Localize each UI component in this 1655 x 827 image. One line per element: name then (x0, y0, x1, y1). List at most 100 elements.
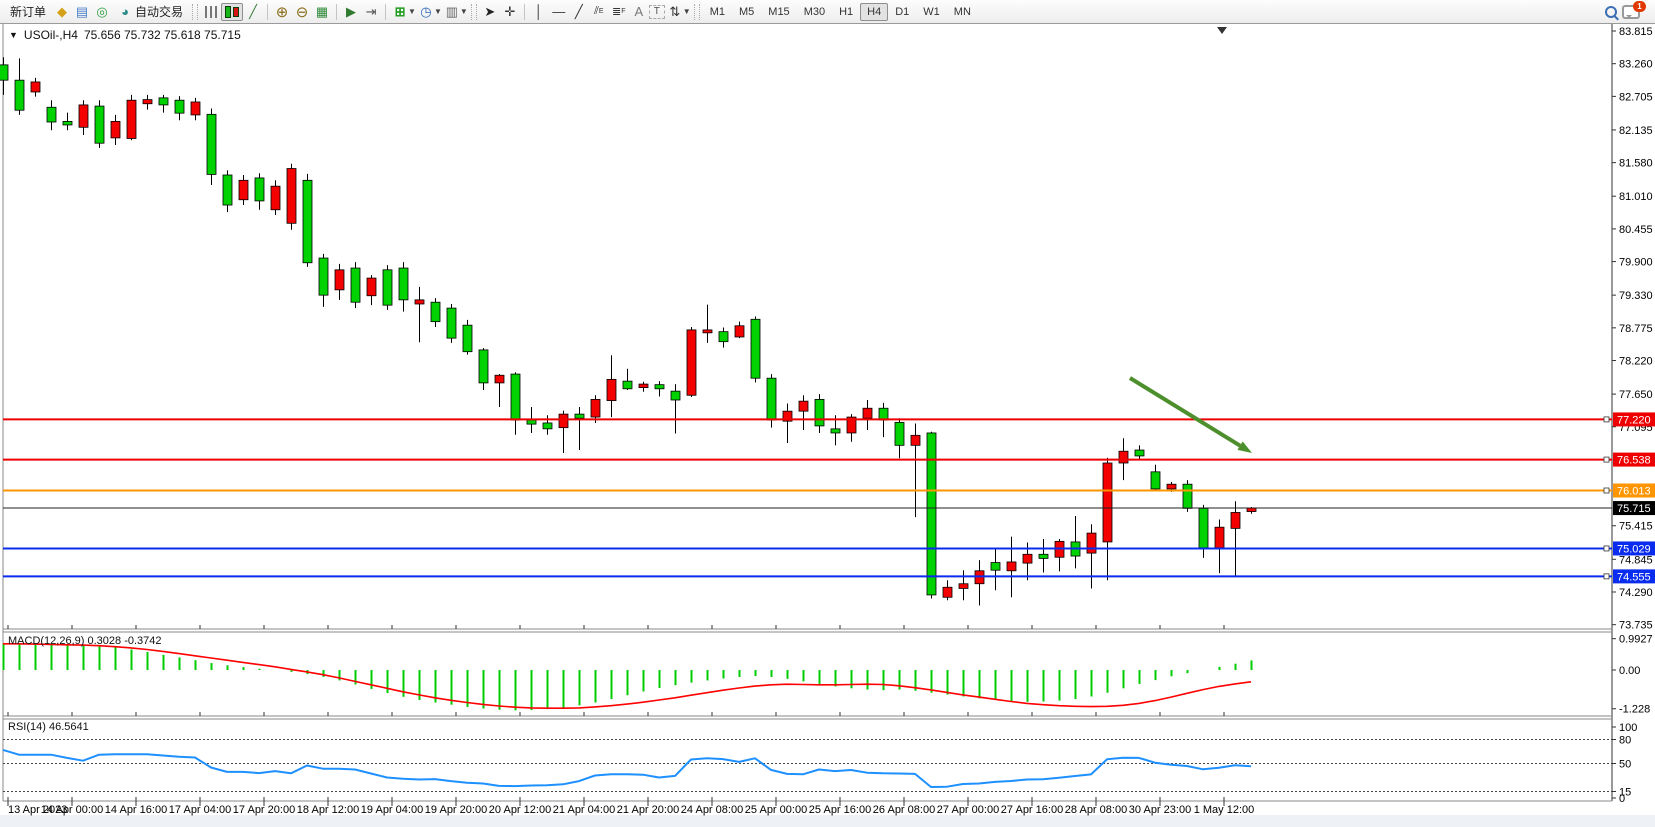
candle-body (319, 258, 328, 295)
candle-body (1167, 484, 1176, 489)
gold-ingot-icon[interactable]: ◆ (52, 3, 72, 21)
time-tick-label: 17 Apr 20:00 (233, 804, 295, 816)
candle-body (1135, 450, 1144, 456)
new-order-button[interactable]: 新订单 (4, 3, 52, 21)
candle-body (815, 399, 824, 426)
price-tick-label: 77.650 (1619, 389, 1653, 401)
timeframe-d1[interactable]: D1 (888, 3, 916, 21)
templates-icon[interactable]: ▥ (442, 3, 462, 21)
candle-body (479, 350, 488, 383)
candle-body (1103, 463, 1112, 542)
candle-body (687, 330, 696, 395)
candle-body (1119, 451, 1128, 463)
candle-body (527, 420, 536, 424)
svg-text:75.715: 75.715 (1617, 503, 1651, 515)
search-icon[interactable] (1601, 3, 1621, 21)
candle-body (959, 584, 968, 589)
time-tick-label: 14 Apr 16:00 (105, 804, 167, 816)
candle-body (15, 80, 24, 110)
svg-text:74.555: 74.555 (1617, 571, 1651, 583)
zoom-out-icon[interactable]: ⊖ (292, 3, 312, 21)
candle-body (511, 374, 520, 420)
price-tick-label: 74.845 (1619, 554, 1653, 566)
line-handle (1604, 457, 1609, 462)
autotrading-label: 自动交易 (135, 3, 183, 20)
price-tick-label: 82.135 (1619, 125, 1653, 137)
candle-body (47, 107, 56, 122)
line-handle (1604, 574, 1609, 579)
candle-body (223, 175, 232, 205)
time-tick-label: 1 May 12:00 (1194, 804, 1255, 816)
svg-text:76.013: 76.013 (1617, 486, 1651, 498)
auto-scroll-icon[interactable]: ▶ (341, 3, 361, 21)
zoom-in-icon[interactable]: ⊕ (272, 3, 292, 21)
bar-chart-icon[interactable] (201, 3, 221, 21)
timeframe-h4[interactable]: H4 (860, 3, 888, 21)
candle-body (239, 180, 248, 199)
signal-icon[interactable]: ◎ (92, 3, 112, 21)
cursor-icon[interactable]: ➤ (480, 3, 500, 21)
periods-clock-icon[interactable]: ◷ (416, 3, 436, 21)
candle-body (191, 102, 200, 115)
chart-shift-icon[interactable]: ⇥ (361, 3, 381, 21)
candle-body (751, 319, 760, 378)
horizontal-line-icon[interactable]: — (549, 3, 569, 21)
fibonacci-icon[interactable]: ≣F (609, 3, 629, 21)
timeframe-h1[interactable]: H1 (832, 3, 860, 21)
line-chart-icon[interactable]: ╱ (243, 3, 263, 21)
svg-text:50: 50 (1619, 759, 1631, 771)
chart-canvas[interactable]: 83.81583.26082.70582.13581.58081.01080.4… (0, 24, 1655, 827)
candle-body (1183, 484, 1192, 508)
text-icon[interactable]: A (629, 3, 649, 21)
price-tick-label: 83.815 (1619, 26, 1653, 38)
add-chart-icon[interactable]: ⊞ (390, 3, 410, 21)
timeframe-mn[interactable]: MN (947, 3, 978, 21)
time-tick-label: 25 Apr 00:00 (745, 804, 807, 816)
trendline-icon[interactable]: ╱ (569, 3, 589, 21)
chat-icon[interactable]: 1 (1621, 3, 1641, 21)
profiles-icon[interactable]: ▤ (72, 3, 92, 21)
price-tick-label: 74.290 (1619, 587, 1653, 599)
timeframe-m30[interactable]: M30 (797, 3, 832, 21)
candle-body (79, 105, 88, 127)
autotrading-button[interactable]: ◕ 自动交易 (112, 3, 189, 21)
candle-body (1199, 508, 1208, 547)
candle-body (335, 270, 344, 290)
svg-text:80: 80 (1619, 735, 1631, 747)
globe-icon: ◕ (118, 3, 132, 21)
crosshair-icon[interactable]: ✛ (500, 3, 520, 21)
candle-body (895, 422, 904, 445)
tile-windows-icon[interactable]: ▦ (312, 3, 332, 21)
candle-body (255, 178, 264, 201)
timeframe-m15[interactable]: M15 (761, 3, 796, 21)
shapes-icon[interactable]: ⇅ (665, 3, 685, 21)
time-tick-label: 21 Apr 04:00 (553, 804, 615, 816)
timeframe-w1[interactable]: W1 (916, 3, 947, 21)
vertical-line-icon[interactable]: │ (529, 3, 549, 21)
candle-body (351, 268, 360, 302)
candle-body (399, 268, 408, 300)
line-handle (1604, 546, 1609, 551)
price-tick-label: 81.010 (1619, 191, 1653, 203)
price-tick-label: 83.260 (1619, 59, 1653, 71)
candle-body (671, 391, 680, 400)
timeframe-m1[interactable]: M1 (703, 3, 732, 21)
price-tick-label: 82.705 (1619, 91, 1653, 103)
time-tick-label: 28 Apr 08:00 (1065, 804, 1127, 816)
price-tick-label: 78.775 (1619, 323, 1653, 335)
time-tick-label: 26 Apr 08:00 (873, 804, 935, 816)
price-tick-label: 79.900 (1619, 257, 1653, 269)
timeframe-m5[interactable]: M5 (732, 3, 761, 21)
label-icon[interactable]: T (649, 5, 665, 19)
new-order-label: 新订单 (10, 3, 46, 20)
price-tick-label: 78.220 (1619, 356, 1653, 368)
candle-body (271, 186, 280, 210)
channel-icon[interactable]: ⫽E (589, 3, 609, 21)
svg-text:76.538: 76.538 (1617, 455, 1651, 467)
svg-text:-1.228: -1.228 (1619, 704, 1650, 716)
time-tick-label: 19 Apr 04:00 (361, 804, 423, 816)
candle-body (863, 408, 872, 418)
candle-body (383, 270, 392, 305)
candlestick-chart-icon[interactable] (221, 3, 243, 21)
candle-body (287, 169, 296, 224)
